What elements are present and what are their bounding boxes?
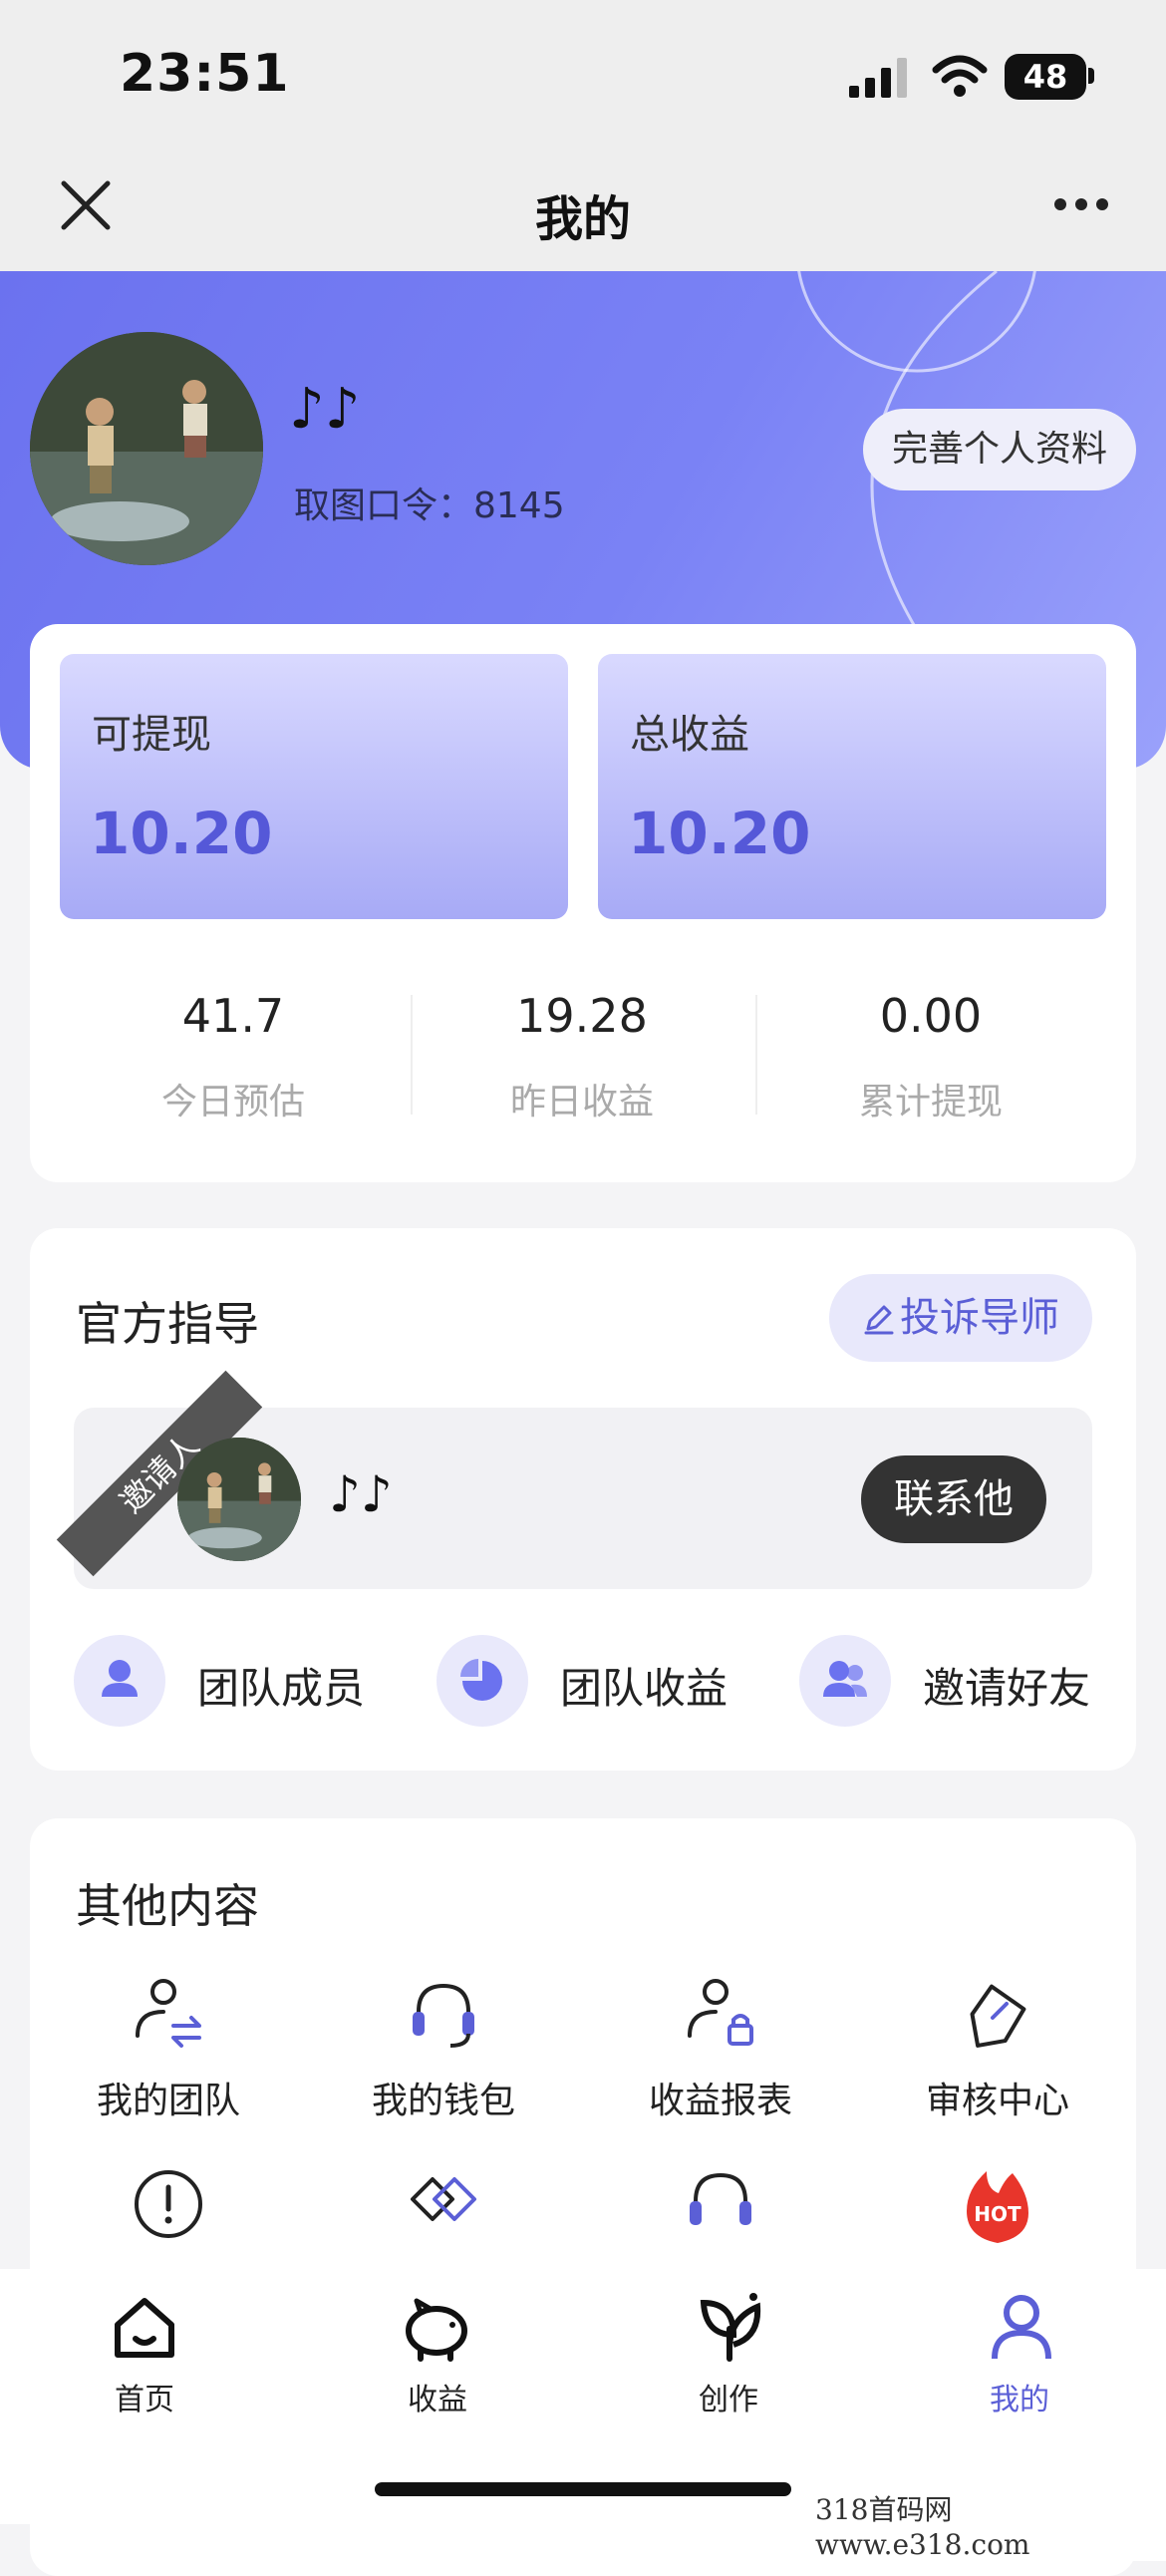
complain-label: 投诉导师 xyxy=(900,1295,1059,1341)
more-icon[interactable] xyxy=(1052,195,1110,213)
withdrawable-label: 可提现 xyxy=(92,712,211,758)
total-income-tile[interactable]: 总收益 10.20 xyxy=(598,654,1106,919)
income-report-label[interactable]: 收益报表 xyxy=(611,2072,830,2123)
avatar[interactable] xyxy=(30,332,263,565)
watermark: 318首码网 www.e318.com xyxy=(807,2488,1166,2561)
user-icon[interactable] xyxy=(985,2289,1058,2363)
inviter-name: ♪♪ xyxy=(329,1465,393,1523)
people-icon[interactable] xyxy=(799,1635,891,1727)
pie-chart-icon[interactable] xyxy=(437,1635,528,1727)
team-switch-icon[interactable] xyxy=(124,1970,213,2060)
stat-label: 昨日收益 xyxy=(509,1082,654,1123)
review-center-label[interactable]: 审核中心 xyxy=(888,2072,1107,2123)
guidance-title: 官方指导 xyxy=(76,1297,259,1351)
stat-label: 今日预估 xyxy=(160,1082,305,1123)
tab-create[interactable]: 创作 xyxy=(654,2375,803,2418)
withdrawable-tile[interactable]: 可提现 10.20 xyxy=(60,654,568,919)
battery-indicator: 48 xyxy=(1005,54,1086,100)
total-income-value: 10.20 xyxy=(628,800,811,867)
leaf-icon[interactable] xyxy=(694,2289,767,2363)
contact-button[interactable]: 联系他 xyxy=(861,1455,1046,1543)
inviter-avatar[interactable] xyxy=(177,1438,301,1561)
tab-home[interactable]: 首页 xyxy=(70,2375,219,2418)
image-code: 取图口令：8145 xyxy=(294,485,565,526)
tab-income[interactable]: 收益 xyxy=(363,2375,512,2418)
team-income-label[interactable]: 团队收益 xyxy=(560,1655,728,1716)
home-indicator xyxy=(375,2482,791,2496)
my-team-label[interactable]: 我的团队 xyxy=(59,2072,278,2123)
my-wallet-label[interactable]: 我的钱包 xyxy=(334,2072,553,2123)
team-members-label[interactable]: 团队成员 xyxy=(197,1655,365,1716)
tag-icon[interactable] xyxy=(953,1970,1042,2060)
stat-value: 0.00 xyxy=(879,989,983,1043)
total-income-label: 总收益 xyxy=(630,712,749,758)
home-icon[interactable] xyxy=(110,2293,179,2363)
battery-tip xyxy=(1088,68,1094,84)
other-content-title: 其他内容 xyxy=(76,1879,259,1933)
page-title: 我的 xyxy=(534,191,631,247)
divider xyxy=(755,995,757,1115)
invite-friends-label[interactable]: 邀请好友 xyxy=(923,1655,1090,1716)
stat-label: 累计提现 xyxy=(858,1082,1003,1123)
stat-value: 41.7 xyxy=(181,989,285,1043)
person-icon[interactable] xyxy=(74,1635,165,1727)
withdrawable-value: 10.20 xyxy=(90,800,273,867)
alert-icon[interactable] xyxy=(124,2159,213,2249)
stat-value: 19.28 xyxy=(516,989,648,1043)
signal-icon xyxy=(849,58,907,98)
svg-text:HOT: HOT xyxy=(974,2202,1021,2226)
tab-mine[interactable]: 我的 xyxy=(945,2375,1094,2418)
status-time: 23:51 xyxy=(120,44,290,104)
wifi-icon xyxy=(932,55,988,97)
piggy-bank-icon[interactable] xyxy=(401,2293,474,2363)
edit-profile-button[interactable]: 完善个人资料 xyxy=(863,409,1136,490)
handshake-icon[interactable] xyxy=(399,2159,488,2249)
edit-icon xyxy=(864,1305,894,1335)
nickname: ♪♪ xyxy=(289,377,361,442)
headset-icon[interactable] xyxy=(399,1970,488,2060)
complain-mentor-button[interactable]: 投诉导师 xyxy=(829,1274,1092,1362)
user-lock-icon[interactable] xyxy=(676,1970,765,2060)
hot-flame-icon[interactable]: HOT xyxy=(953,2159,1042,2249)
headset-icon[interactable] xyxy=(676,2159,765,2249)
